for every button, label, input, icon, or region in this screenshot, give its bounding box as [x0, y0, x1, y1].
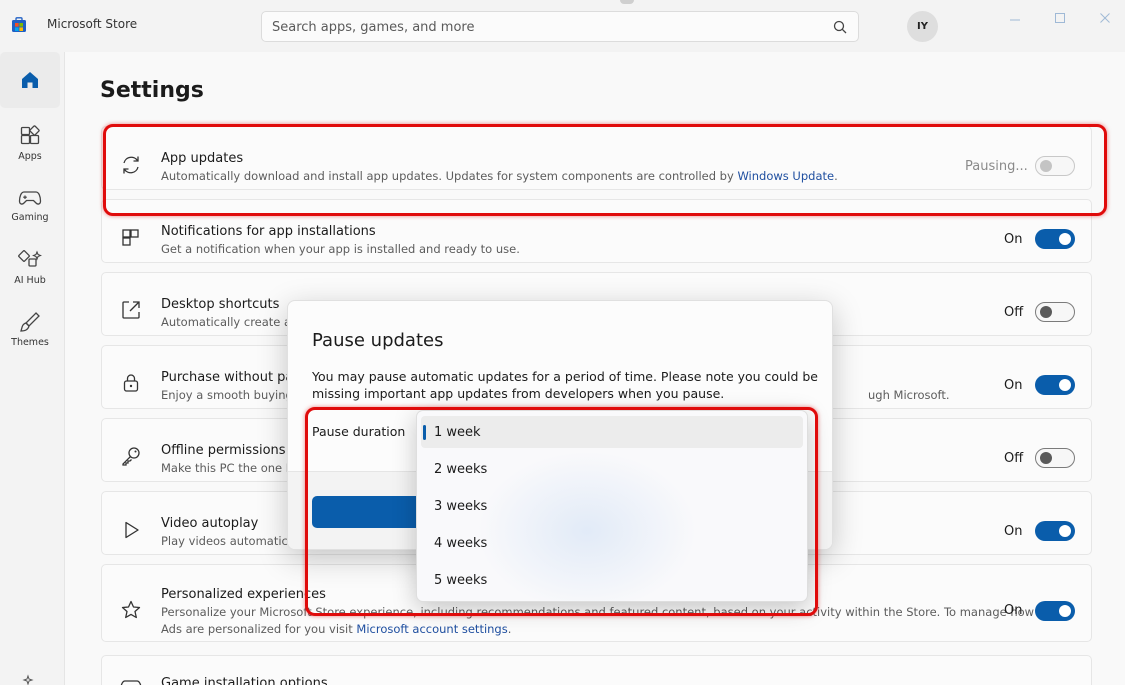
maximize-button[interactable]	[1045, 8, 1075, 28]
duration-option-5-weeks[interactable]: 5 weeks	[421, 564, 803, 596]
sidebar-item-home[interactable]	[0, 52, 60, 108]
setting-game-installation-options[interactable]: Game installation options	[101, 655, 1092, 685]
duration-option-3-weeks[interactable]: 3 weeks	[421, 490, 803, 522]
sidebar-item-themes[interactable]: Themes	[0, 300, 60, 358]
app-updates-toggle[interactable]	[1035, 156, 1075, 176]
setting-state: On	[1004, 232, 1023, 247]
duration-option-1-week[interactable]: 1 week	[421, 416, 803, 448]
setting-state: Pausing...	[965, 159, 1028, 174]
setting-description-tail: ugh Microsoft.	[868, 388, 950, 402]
close-icon	[1100, 13, 1110, 23]
open-external-icon	[122, 301, 140, 319]
duration-option-4-weeks[interactable]: 4 weeks	[421, 527, 803, 559]
setting-title: Desktop shortcuts	[161, 297, 280, 312]
minimize-icon	[1010, 19, 1020, 21]
lock-icon	[123, 374, 139, 392]
sparkle-icon[interactable]	[20, 674, 36, 685]
setting-description: Automatically create a d	[161, 315, 303, 329]
setting-description-line2: Ads are personalized for you visit Micro…	[161, 622, 512, 636]
search-input[interactable]	[272, 18, 812, 36]
option-label: 2 weeks	[434, 461, 488, 477]
personalized-experiences-toggle[interactable]	[1035, 601, 1075, 621]
sync-icon	[123, 156, 139, 174]
pause-duration-dropdown[interactable]: 1 week 2 weeks 3 weeks 4 weeks 5 weeks	[416, 410, 808, 602]
dialog-title: Pause updates	[312, 330, 444, 351]
apps-icon	[20, 124, 40, 144]
title-bar: Microsoft Store IY	[0, 0, 1125, 52]
desktop-shortcuts-toggle[interactable]	[1035, 302, 1075, 322]
sidebar-item-label: Apps	[18, 150, 42, 162]
setting-state: On	[1004, 378, 1023, 393]
pause-duration-label: Pause duration	[312, 424, 406, 439]
setting-state: On	[1004, 603, 1023, 618]
setting-title: Notifications for app installations	[161, 224, 376, 239]
notifications-toggle[interactable]	[1035, 229, 1075, 249]
sidebar-item-gaming[interactable]: Gaming	[0, 176, 60, 234]
brush-icon	[20, 311, 40, 332]
gamepad-icon	[18, 190, 42, 205]
sidebar-item-apps[interactable]: Apps	[0, 114, 60, 172]
setting-state: On	[1004, 524, 1023, 539]
setting-state: Off	[1004, 305, 1024, 320]
setting-title: Game installation options	[161, 676, 328, 685]
star-icon	[121, 600, 141, 619]
setting-app-updates: App updates Automatically download and i…	[101, 126, 1092, 190]
microsoft-store-logo-icon	[12, 17, 26, 32]
microsoft-account-settings-link[interactable]: Microsoft account settings	[356, 622, 507, 636]
sidebar: Apps Gaming AI Hub Themes	[0, 52, 65, 685]
app-title: Microsoft Store	[47, 17, 138, 31]
setting-title: Personalized experiences	[161, 587, 326, 602]
offline-permissions-toggle[interactable]	[1035, 448, 1075, 468]
home-icon	[22, 72, 38, 88]
search-icon[interactable]	[832, 19, 848, 35]
maximize-icon	[1055, 13, 1065, 23]
dialog-message: You may pause automatic updates for a pe…	[312, 369, 818, 401]
setting-description: Get a notification when your app is inst…	[161, 242, 520, 256]
avatar[interactable]: IY	[907, 11, 938, 42]
setting-title: Purchase without pa	[161, 370, 294, 385]
sidebar-item-ai-hub[interactable]: AI Hub	[0, 238, 60, 296]
option-label: 3 weeks	[434, 498, 488, 514]
setting-notifications: Notifications for app installations Get …	[101, 199, 1092, 263]
option-label: 5 weeks	[434, 572, 488, 588]
sidebar-item-label: AI Hub	[14, 274, 46, 286]
close-button[interactable]	[1090, 8, 1120, 28]
minimize-button[interactable]	[1000, 8, 1030, 28]
duration-option-2-weeks[interactable]: 2 weeks	[421, 453, 803, 485]
search-box[interactable]	[261, 11, 859, 42]
purchase-toggle[interactable]	[1035, 375, 1075, 395]
setting-title: Offline permissions	[161, 443, 286, 458]
selection-indicator	[423, 425, 426, 440]
key-icon	[122, 447, 140, 466]
setting-title: App updates	[161, 151, 244, 166]
ai-hub-icon	[18, 249, 42, 267]
gamepad-icon	[120, 680, 142, 685]
setting-description: Automatically download and install app u…	[161, 169, 838, 183]
layout-icon	[122, 229, 139, 246]
setting-description: Personalize your Microsoft Store experie…	[161, 605, 1035, 619]
setting-title: Video autoplay	[161, 516, 259, 531]
sidebar-item-label: Themes	[11, 336, 49, 348]
windows-update-link[interactable]: Windows Update	[737, 169, 834, 183]
setting-state: Off	[1004, 451, 1024, 466]
setting-description: Play videos automatica	[161, 534, 295, 548]
option-label: 4 weeks	[434, 535, 488, 551]
setting-description: Make this PC the one I	[161, 461, 290, 475]
setting-description: Enjoy a smooth buying	[161, 388, 293, 402]
play-icon	[125, 521, 139, 539]
video-autoplay-toggle[interactable]	[1035, 521, 1075, 541]
page-title: Settings	[100, 78, 204, 103]
window-notch	[620, 0, 634, 4]
option-label: 1 week	[434, 424, 481, 440]
sidebar-item-label: Gaming	[11, 211, 49, 223]
